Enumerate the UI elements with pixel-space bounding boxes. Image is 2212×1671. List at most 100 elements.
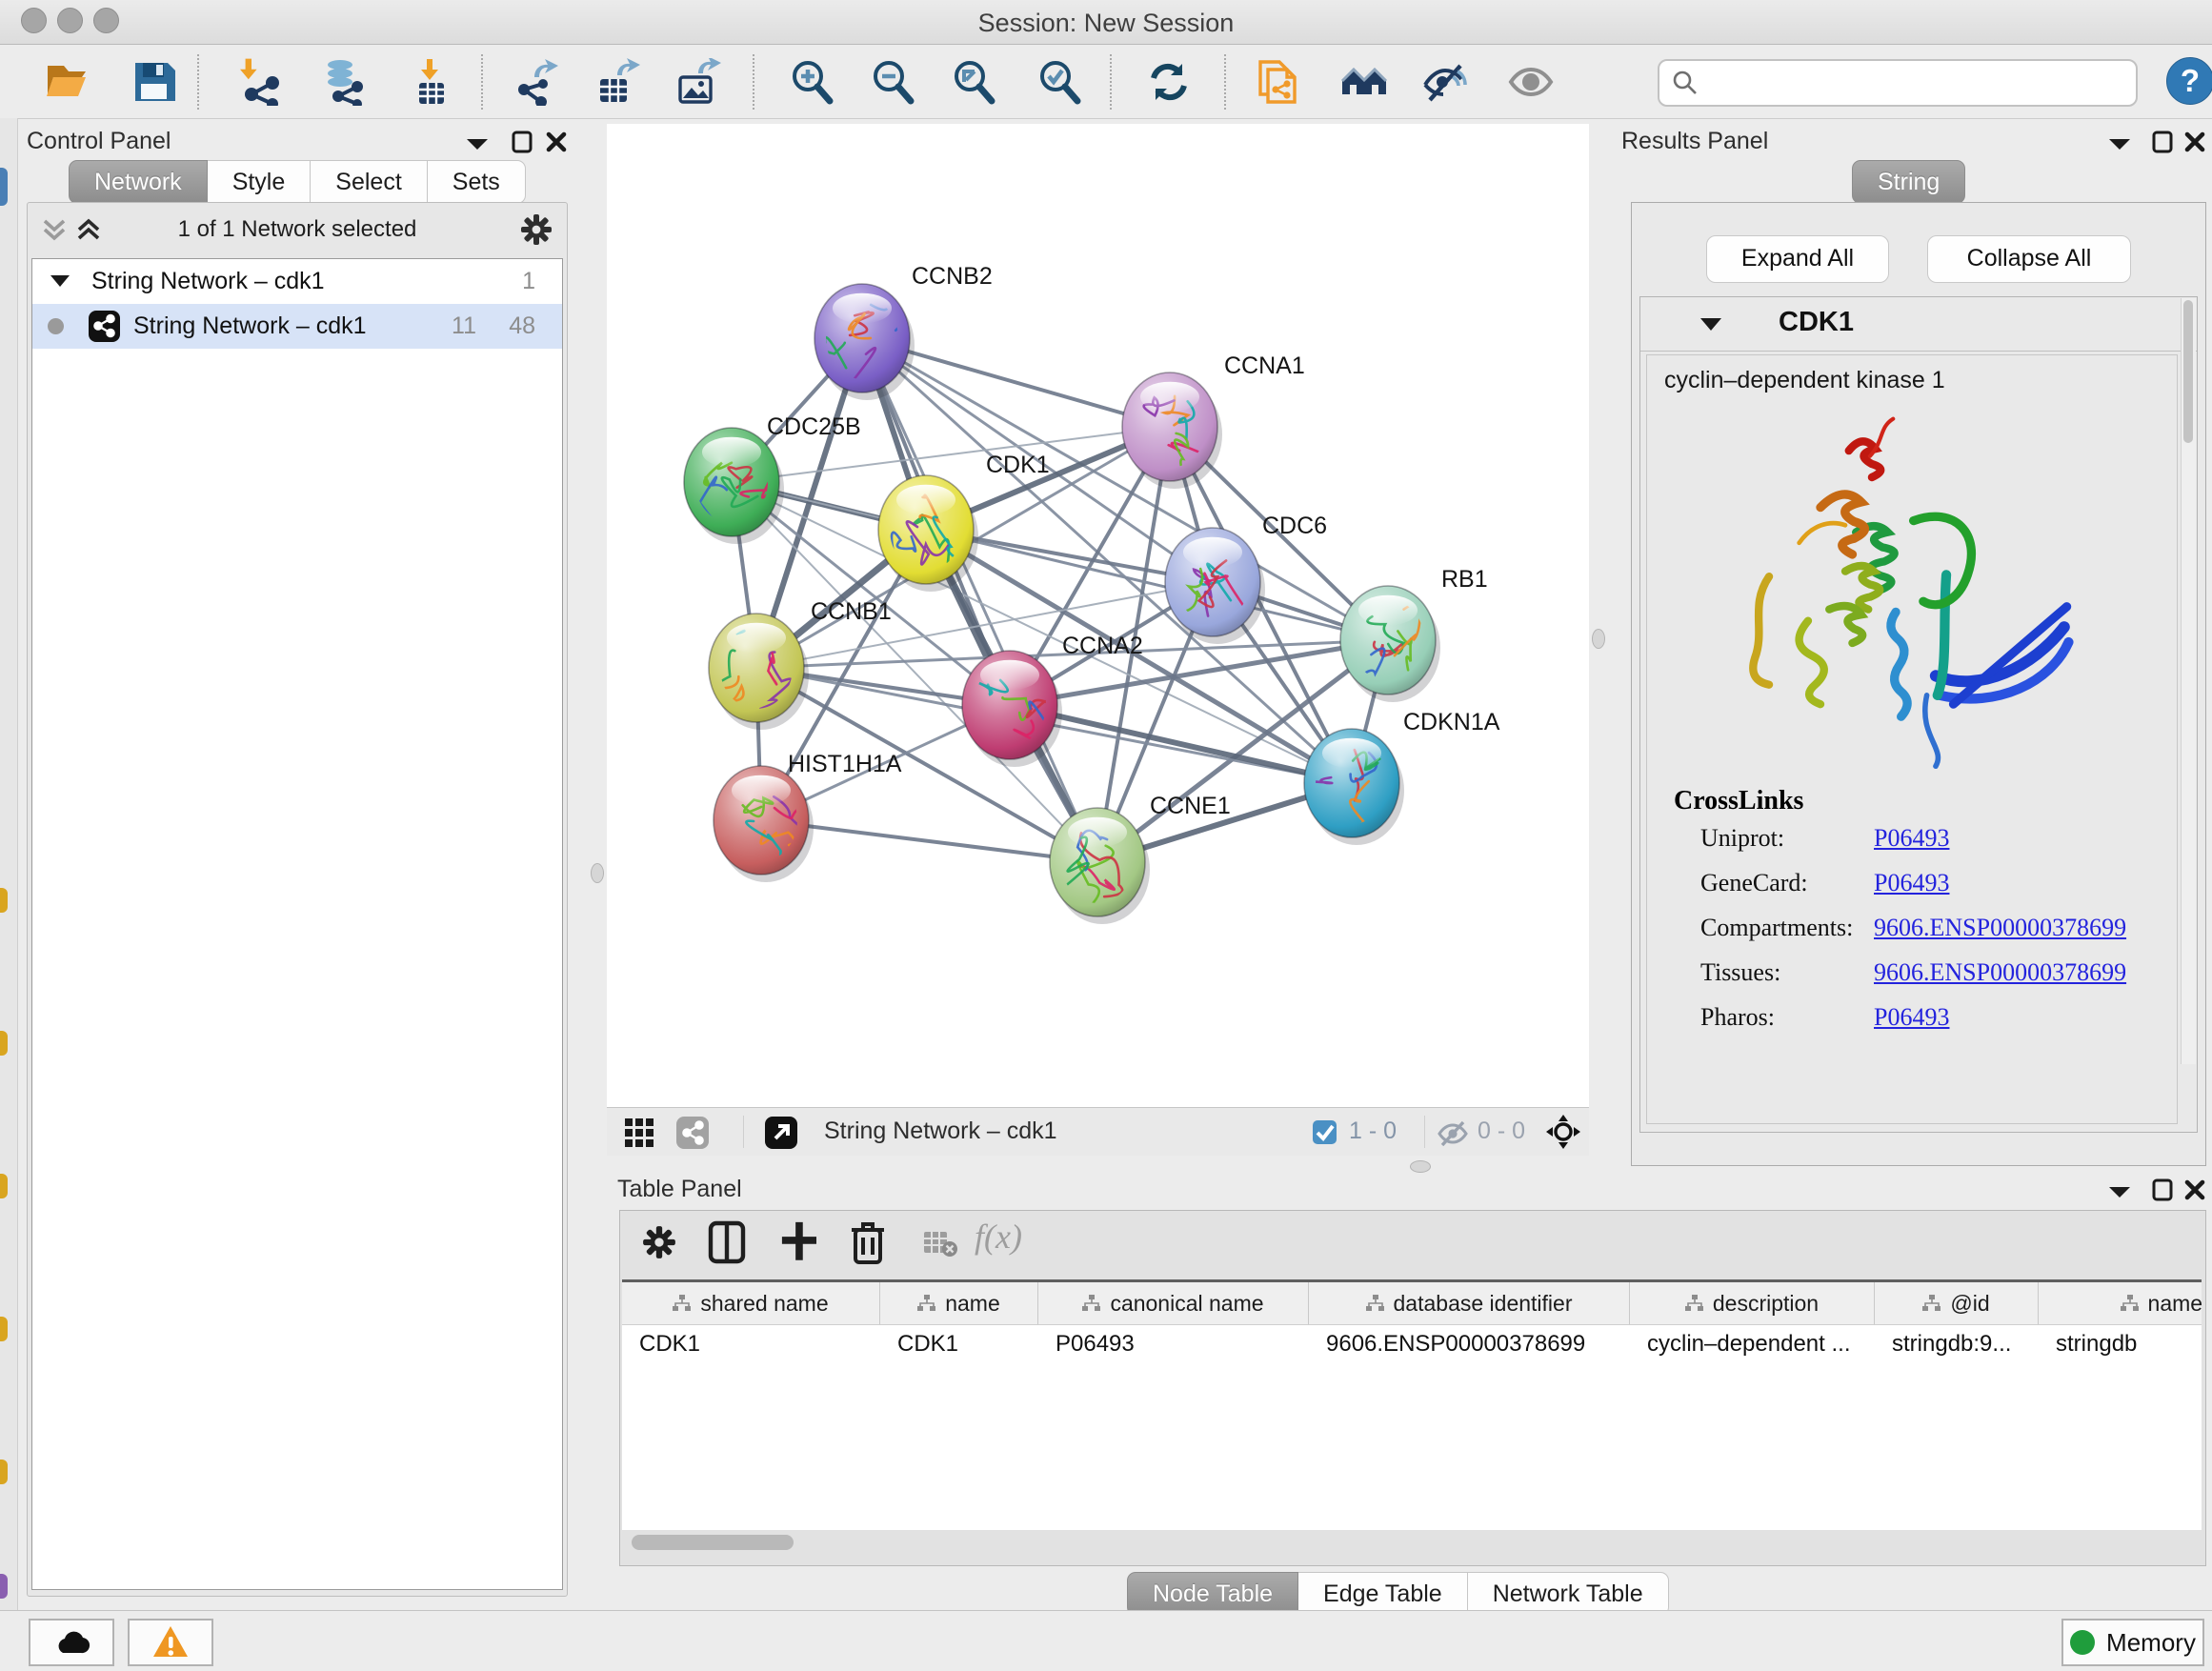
show-hide-graphics-icon[interactable] [1421,58,1469,106]
export-table-icon[interactable] [593,58,640,106]
cell-description[interactable]: cyclin–dependent ... [1630,1324,1875,1364]
delete-column-trash-icon[interactable] [849,1218,887,1266]
import-network-from-database-icon[interactable] [321,58,369,106]
grid-view-icon[interactable] [624,1117,654,1148]
clone-network-icon[interactable] [1255,58,1302,106]
results-scrollbar[interactable] [2181,298,2196,1064]
export-network-icon[interactable] [512,58,559,106]
delete-table-icon[interactable] [923,1230,957,1258]
table-row[interactable]: CDK1CDK1P064939606.ENSP00000378699cyclin… [622,1324,2202,1364]
selected-checkbox-icon[interactable] [1312,1119,1337,1145]
table-options-gear-icon[interactable] [641,1224,677,1260]
crosslink-link[interactable]: P06493 [1874,1003,1949,1032]
section-expander-icon[interactable] [1699,316,1722,332]
cell-database-identifier[interactable]: 9606.ENSP00000378699 [1309,1324,1630,1364]
node-CDC25B[interactable]: CDC25B [684,413,861,544]
search-box[interactable] [1658,59,2138,107]
left-splitter-handle[interactable] [591,863,604,883]
tab-select[interactable]: Select [311,160,427,204]
cell-canonical-name[interactable]: P06493 [1038,1324,1309,1364]
crosslink-link[interactable]: 9606.ENSP00000378699 [1874,958,2126,987]
hidden-eye-slash-icon[interactable] [1438,1119,1468,1146]
fit-content-icon[interactable] [950,58,997,106]
results-scrollbar-thumb[interactable] [2183,300,2193,443]
show-graphics-details-icon[interactable] [1507,58,1555,106]
create-column-icon[interactable] [780,1220,820,1264]
column-header-@id[interactable]: @id [1875,1282,2039,1324]
tab-sets[interactable]: Sets [428,160,526,204]
table-panel-close-icon[interactable] [2183,1178,2206,1202]
zoom-in-icon[interactable] [788,58,835,106]
sidebar-app-icon[interactable] [0,1460,8,1484]
edge-CCNB2-CCNE1[interactable] [862,338,1097,862]
tab-style[interactable]: Style [208,160,312,204]
control-panel-close-icon[interactable] [545,130,568,154]
network-thumbnail-icon[interactable] [675,1116,710,1150]
results-panel-close-icon[interactable] [2183,130,2206,154]
control-panel-float-icon[interactable] [511,130,533,154]
node-CDC6[interactable]: CDC6 [1165,513,1327,644]
right-splitter-handle[interactable] [1592,629,1605,649]
crosslink-link[interactable]: P06493 [1874,869,1949,897]
network-options-gear-icon[interactable] [519,212,553,247]
expand-all-button[interactable]: Expand All [1706,235,1889,283]
results-panel-float-icon[interactable] [2151,130,2174,154]
node-CCNB2[interactable]: CCNB2 [814,263,993,400]
help-button[interactable]: ? [2166,57,2212,105]
sidebar-app-icon[interactable] [0,168,8,206]
cell-shared-name[interactable]: CDK1 [622,1324,880,1364]
sidebar-app-icon[interactable] [0,1317,8,1341]
network-collection-row[interactable]: String Network – cdk1 1 [32,259,562,304]
column-header-namespace[interactable]: namespace [2039,1282,2202,1324]
import-table-icon[interactable] [408,58,455,106]
node-CCNE1[interactable]: CCNE1 [1050,793,1231,924]
memory-button[interactable]: Memory [2061,1619,2204,1666]
cell-@id[interactable]: stringdb:9... [1875,1324,2039,1364]
search-input[interactable] [1709,63,2122,101]
export-image-icon[interactable] [674,58,721,106]
cell-name[interactable]: CDK1 [880,1324,1038,1364]
collection-label: String Network – cdk1 [91,259,325,304]
tab-network[interactable]: Network [69,160,208,204]
zoom-out-icon[interactable] [869,58,916,106]
import-network-icon[interactable] [236,58,284,106]
results-panel-menu-icon[interactable] [2107,135,2132,152]
function-builder-icon[interactable]: f(x) [975,1217,1022,1257]
node-section-header[interactable]: CDK1 [1640,297,2197,352]
collapse-all-button[interactable]: Collapse All [1927,235,2131,283]
zoom-selected-icon[interactable] [1036,58,1083,106]
cell-namespace[interactable]: stringdb [2039,1324,2202,1364]
table-panel-float-icon[interactable] [2151,1178,2174,1202]
control-panel-menu-icon[interactable] [465,135,490,152]
node-RB1[interactable]: RB1 [1340,566,1488,702]
column-header-shared-name[interactable]: shared name [622,1282,880,1324]
sidebar-app-icon[interactable] [0,1574,8,1599]
sidebar-app-icon[interactable] [0,1174,8,1198]
tab-string[interactable]: String [1852,160,1965,204]
table-hscrollbar[interactable] [630,1535,2192,1552]
refresh-icon[interactable] [1145,58,1193,106]
network-row-selected[interactable]: String Network – cdk1 11 48 [32,304,562,349]
warnings-button[interactable] [128,1619,213,1666]
network-view-canvas[interactable]: CCNB2CCNA1CDC25BCDK1CDC6RB1CCNB1CCNA2CDK… [607,124,1589,1107]
column-header-canonical-name[interactable]: canonical name [1038,1282,1309,1324]
column-header-database-identifier[interactable]: database identifier [1309,1282,1630,1324]
bottom-splitter-handle[interactable] [1410,1160,1431,1173]
birds-eye-toggle-icon[interactable] [1545,1114,1581,1150]
table-panel-menu-icon[interactable] [2107,1183,2132,1200]
column-header-name[interactable]: name [880,1282,1038,1324]
cloud-status-button[interactable] [29,1619,114,1666]
sidebar-app-icon[interactable] [0,1031,8,1056]
show-columns-icon[interactable] [708,1220,746,1264]
first-neighbors-icon[interactable] [1340,58,1388,106]
crosslink-link[interactable]: 9606.ENSP00000378699 [1874,914,2126,942]
open-session-icon[interactable] [43,58,90,106]
node-HIST1H1A[interactable]: HIST1H1A [714,751,902,882]
sidebar-app-icon[interactable] [0,888,8,913]
detach-view-icon[interactable] [764,1116,798,1150]
save-session-icon[interactable] [131,58,178,106]
crosslink-link[interactable]: P06493 [1874,824,1949,853]
table-hscrollbar-thumb[interactable] [632,1535,794,1550]
tree-expander-icon[interactable] [50,273,70,289]
column-header-description[interactable]: description [1630,1282,1875,1324]
